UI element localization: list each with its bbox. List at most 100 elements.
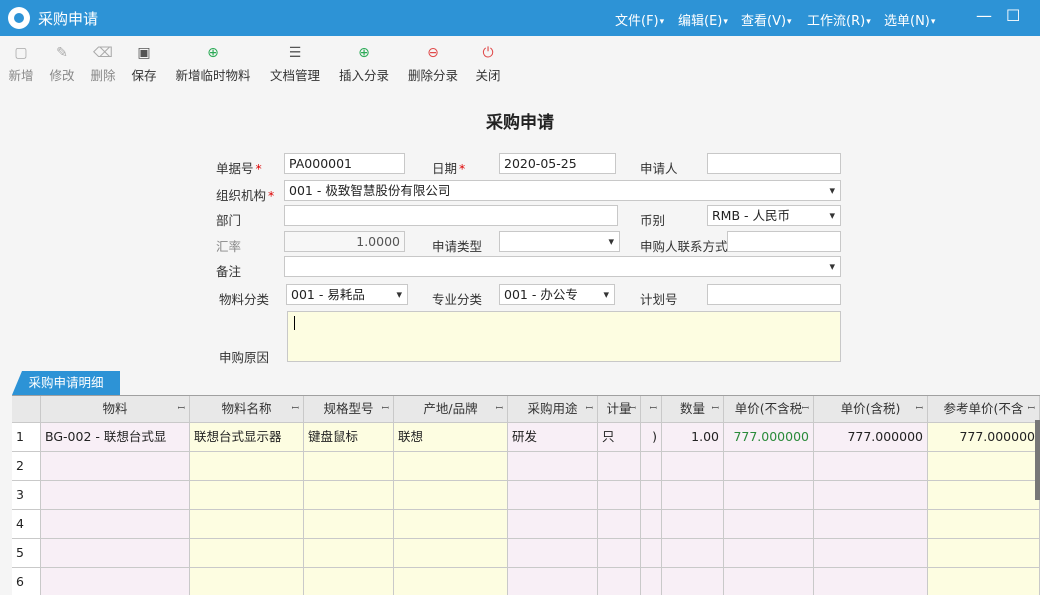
table-row[interactable]: 3	[12, 481, 1040, 510]
cell-purpose[interactable]	[508, 481, 598, 510]
row-number[interactable]: 4	[12, 510, 41, 539]
cell-material-name[interactable]	[190, 510, 304, 539]
cell-quantity[interactable]: 1.00	[662, 423, 724, 452]
cell-material[interactable]: BG-002 - 联想台式显	[41, 423, 190, 452]
vertical-scrollbar[interactable]	[1035, 420, 1040, 500]
cell-material[interactable]	[41, 539, 190, 568]
cell-quantity[interactable]	[662, 510, 724, 539]
row-number[interactable]: 1	[12, 423, 41, 452]
cell-unit-price-inc-tax[interactable]: 777.000000	[814, 423, 928, 452]
remark-select[interactable]	[284, 256, 841, 277]
cell-spec[interactable]	[304, 539, 394, 568]
col-header-quantity[interactable]: 数量	[662, 396, 724, 423]
menu-file[interactable]: 文件(F)	[615, 10, 664, 29]
cell-ref-price[interactable]	[928, 568, 1040, 595]
col-header-hidden[interactable]	[641, 396, 662, 423]
new-button[interactable]: ▢ 新增	[6, 44, 36, 84]
cell-material-name[interactable]: 联想台式显示器	[190, 423, 304, 452]
tab-purchase-detail[interactable]: 采购申请明细	[12, 371, 120, 395]
col-header-unit-price-ex-tax[interactable]: 单价(不含税	[724, 396, 814, 423]
row-number[interactable]: 2	[12, 452, 41, 481]
cell-unit-price-ex-tax[interactable]	[724, 481, 814, 510]
add-temp-material-button[interactable]: ⊕ 新增临时物料	[172, 44, 254, 84]
cell-hidden[interactable]: )	[641, 423, 662, 452]
table-row[interactable]: 2	[12, 452, 1040, 481]
document-management-button[interactable]: ☰ 文档管理	[267, 44, 323, 84]
cell-purpose[interactable]	[508, 539, 598, 568]
cell-origin-brand[interactable]	[394, 539, 508, 568]
cell-hidden[interactable]	[641, 481, 662, 510]
table-row[interactable]: 5	[12, 539, 1040, 568]
cell-unit[interactable]	[598, 510, 641, 539]
cell-unit-price-inc-tax[interactable]	[814, 539, 928, 568]
menu-select[interactable]: 选单(N)	[884, 10, 935, 29]
cell-quantity[interactable]	[662, 539, 724, 568]
cell-unit[interactable]	[598, 568, 641, 595]
col-header-ref-price[interactable]: 参考单价(不含	[928, 396, 1040, 423]
cell-unit[interactable]	[598, 481, 641, 510]
cell-origin-brand[interactable]: 联想	[394, 423, 508, 452]
cell-unit[interactable]	[598, 539, 641, 568]
cell-origin-brand[interactable]	[394, 452, 508, 481]
col-header-material-name[interactable]: 物料名称	[190, 396, 304, 423]
date-field[interactable]: 2020-05-25	[499, 153, 616, 174]
table-row[interactable]: 4	[12, 510, 1040, 539]
insert-entry-button[interactable]: ⊕ 插入分录	[336, 44, 392, 84]
contact-field[interactable]	[727, 231, 841, 252]
cell-unit-price-ex-tax[interactable]	[724, 539, 814, 568]
cell-hidden[interactable]	[641, 452, 662, 481]
cell-spec[interactable]	[304, 481, 394, 510]
request-type-select[interactable]	[499, 231, 620, 252]
col-header-unit[interactable]: 计量	[598, 396, 641, 423]
cell-material-name[interactable]	[190, 481, 304, 510]
cell-hidden[interactable]	[641, 510, 662, 539]
cell-material[interactable]	[41, 481, 190, 510]
currency-select[interactable]: RMB - 人民币	[707, 205, 841, 226]
save-button[interactable]: ▣ 保存	[128, 44, 160, 84]
col-header-purpose[interactable]: 采购用途	[508, 396, 598, 423]
cell-material-name[interactable]	[190, 568, 304, 595]
table-row[interactable]: 1 BG-002 - 联想台式显 联想台式显示器 键盘鼠标 联想 研发只) 1.00 777.…	[12, 423, 1040, 452]
cell-ref-price[interactable]: 777.000000	[928, 423, 1040, 452]
table-row[interactable]: 6	[12, 568, 1040, 595]
specialty-category-select[interactable]: 001 - 办公专	[499, 284, 615, 305]
cell-quantity[interactable]	[662, 452, 724, 481]
cell-hidden[interactable]	[641, 539, 662, 568]
edit-button[interactable]: ✎ 修改	[46, 44, 78, 84]
cell-unit-price-ex-tax[interactable]	[724, 452, 814, 481]
row-number[interactable]: 6	[12, 568, 41, 595]
material-category-select[interactable]: 001 - 易耗品	[286, 284, 408, 305]
cell-hidden[interactable]	[641, 568, 662, 595]
cell-ref-price[interactable]	[928, 481, 1040, 510]
plan-no-field[interactable]	[707, 284, 841, 305]
reason-textarea[interactable]	[287, 311, 841, 362]
cell-unit-price-ex-tax[interactable]	[724, 568, 814, 595]
cell-origin-brand[interactable]	[394, 568, 508, 595]
cell-material-name[interactable]	[190, 452, 304, 481]
cell-origin-brand[interactable]	[394, 510, 508, 539]
delete-button[interactable]: ⌫ 删除	[87, 44, 119, 84]
cell-material[interactable]	[41, 568, 190, 595]
cell-quantity[interactable]	[662, 568, 724, 595]
row-number[interactable]: 5	[12, 539, 41, 568]
cell-purpose[interactable]	[508, 452, 598, 481]
cell-ref-price[interactable]	[928, 539, 1040, 568]
menu-view[interactable]: 查看(V)	[741, 10, 792, 29]
cell-material-name[interactable]	[190, 539, 304, 568]
cell-purpose[interactable]	[508, 568, 598, 595]
col-header-material[interactable]: 物料	[41, 396, 190, 423]
cell-unit-price-inc-tax[interactable]	[814, 452, 928, 481]
cell-ref-price[interactable]	[928, 452, 1040, 481]
cell-purpose[interactable]	[508, 510, 598, 539]
applicant-field[interactable]	[707, 153, 841, 174]
col-header-origin-brand[interactable]: 产地/品牌	[394, 396, 508, 423]
cell-unit-price-inc-tax[interactable]	[814, 510, 928, 539]
cell-spec[interactable]	[304, 568, 394, 595]
cell-spec[interactable]	[304, 510, 394, 539]
cell-spec[interactable]	[304, 452, 394, 481]
org-select[interactable]: 001 - 极致智慧股份有限公司	[284, 180, 841, 201]
delete-entry-button[interactable]: ⊖ 删除分录	[405, 44, 461, 84]
row-number[interactable]: 3	[12, 481, 41, 510]
doc-no-field[interactable]: PA000001	[284, 153, 405, 174]
rate-field[interactable]: 1.0000	[284, 231, 405, 252]
